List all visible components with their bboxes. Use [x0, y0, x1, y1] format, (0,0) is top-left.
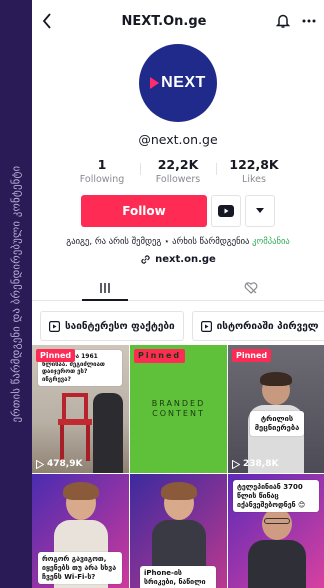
avatar[interactable]: NEXT — [139, 44, 217, 122]
video-thumbnail[interactable]: როგორ გავიგოთ, იყენებს თუ არა სხვა ჩვენს… — [32, 474, 129, 588]
view-count-text: 238,8K — [243, 459, 279, 469]
video-caption: ტრილის მეცნიერება — [250, 411, 304, 436]
tab-videos[interactable] — [32, 275, 178, 300]
follow-button[interactable]: Follow — [81, 195, 207, 227]
bell-icon[interactable] — [275, 13, 290, 29]
stat-value: 1 — [97, 157, 107, 172]
caret-down-icon — [256, 208, 264, 213]
pinned-badge: Pinned — [36, 349, 76, 362]
hidden-heart-icon — [244, 281, 258, 294]
profile-actions: Follow — [32, 195, 324, 227]
stat-value: 122,8K — [229, 157, 279, 172]
profile-link[interactable]: next.on.ge — [32, 254, 324, 265]
stat-label: Following — [79, 174, 125, 185]
chair-image — [58, 393, 92, 463]
side-caption-text: ერთის წარმდგენი და ბრენდირებული კონტენტი — [10, 165, 22, 423]
view-count-text: 478,9K — [47, 459, 83, 469]
person-image — [93, 393, 123, 473]
video-thumbnail[interactable]: ტელეპინიან 3700 წლის წინაც იქანვეშებოდნე… — [228, 474, 324, 588]
pinned-badge: Pinned — [232, 349, 272, 362]
playlist-label: ისტორიაში პირველ — [216, 320, 319, 332]
playlist-item[interactable]: საინტერესო ფაქტები — [40, 311, 184, 341]
stats-row: 1 Following 22,2K Followers 122,8K Likes — [32, 157, 324, 185]
pinned-badge: Pinned — [134, 349, 186, 364]
playlist-item[interactable]: ისტორიაში პირველ — [191, 311, 324, 341]
video-thumbnail[interactable]: ჩემი სკოლა 1961 წლისაა. შეგიძლიათ დაიჯერ… — [32, 345, 129, 473]
more-icon[interactable] — [302, 19, 316, 23]
next-logo: NEXT — [150, 74, 206, 92]
branded-content-label: BRANDED CONTENT — [151, 398, 206, 418]
link-icon — [141, 255, 150, 264]
video-thumbnail[interactable]: BRANDED CONTENT Pinned — [130, 345, 227, 473]
top-bar: NEXT.On.ge — [32, 0, 324, 42]
stat-followers[interactable]: 22,2K Followers — [140, 157, 216, 185]
play-logo-icon — [150, 77, 160, 89]
person-image — [248, 508, 306, 588]
back-icon[interactable] — [42, 13, 52, 29]
bio-accent[interactable]: კომპანია — [252, 237, 290, 247]
avatar-wrap: NEXT — [32, 44, 324, 122]
video-thumbnail[interactable]: iPhone-ის სრიკები, ნაწილი 2 — [130, 474, 227, 588]
stat-following[interactable]: 1 Following — [64, 157, 140, 185]
profile-screen: NEXT.On.ge NEXT @next.on.ge 1 Following … — [32, 0, 324, 588]
video-grid: ჩემი სკოლა 1961 წლისაა. შეგიძლიათ დაიჯერ… — [32, 345, 324, 588]
youtube-button[interactable] — [211, 195, 241, 227]
dropdown-button[interactable] — [245, 195, 275, 227]
tab-liked[interactable] — [178, 275, 324, 300]
view-count: 478,9K — [36, 459, 82, 469]
side-caption: ერთის წარმდგენი და ბრენდირებული კონტენტი — [0, 0, 32, 588]
playlist-icon — [200, 320, 212, 332]
content-tabs — [32, 275, 324, 301]
stat-label: Followers — [155, 174, 201, 185]
playlists: საინტერესო ფაქტები ისტორიაში პირველ — [32, 301, 324, 341]
playlist-icon — [49, 320, 60, 332]
bio: გაიგე, რა არის შემდეგ ⋆ არხის წარმდგენია… — [32, 237, 324, 247]
top-bar-actions — [275, 13, 316, 29]
bio-text: გაიგე, რა არის შემდეგ ⋆ არხის წარმდგენია — [66, 237, 253, 247]
play-icon — [232, 459, 240, 469]
video-caption: iPhone-ის სრიკები, ნაწილი 2 — [140, 566, 216, 588]
grid-icon — [100, 282, 110, 293]
stat-label: Likes — [242, 174, 266, 185]
username: @next.on.ge — [138, 132, 218, 147]
video-thumbnail[interactable]: ტრილის მეცნიერება Pinned 238,8K — [228, 345, 324, 473]
video-caption: ტელეპინიან 3700 წლის წინაც იქანვეშებოდნე… — [233, 480, 319, 513]
stat-likes[interactable]: 122,8K Likes — [216, 157, 292, 185]
link-text: next.on.ge — [155, 254, 216, 265]
playlist-label: საინტერესო ფაქტები — [65, 320, 175, 332]
view-count: 238,8K — [232, 459, 278, 469]
stat-value: 22,2K — [157, 157, 199, 172]
page-title: NEXT.On.ge — [121, 13, 207, 29]
video-caption: როგორ გავიგოთ, იყენებს თუ არა სხვა ჩვენს… — [38, 552, 122, 585]
youtube-icon — [218, 205, 234, 217]
play-icon — [36, 459, 44, 469]
logo-text: NEXT — [161, 74, 206, 91]
